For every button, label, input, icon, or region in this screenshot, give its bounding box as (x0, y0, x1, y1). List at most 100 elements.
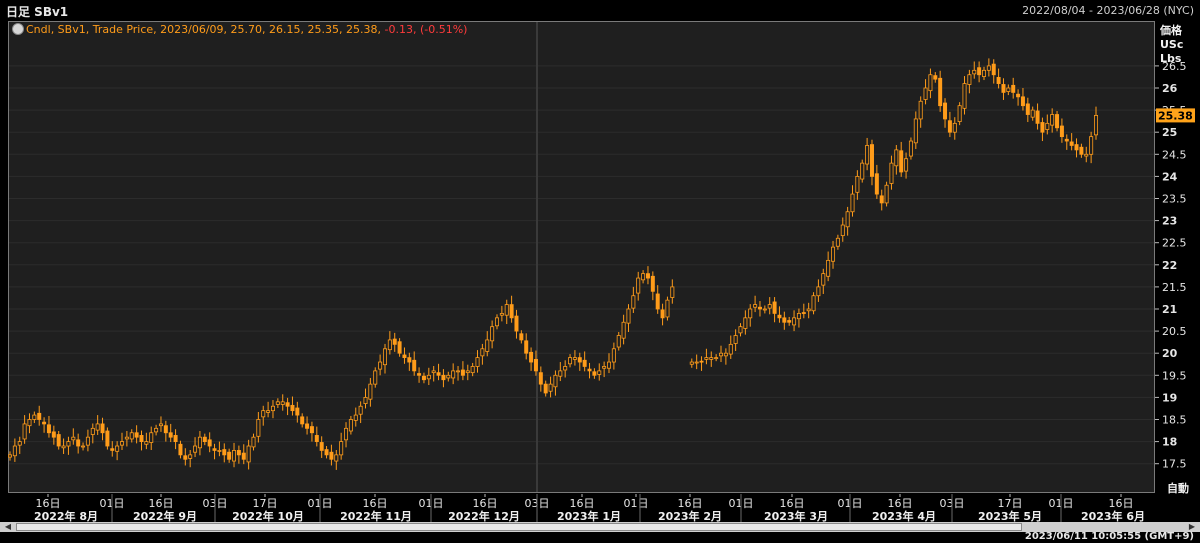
x-month-label: 2023年 1月 (557, 509, 621, 523)
candle (967, 69, 972, 94)
scroll-left-icon[interactable]: ◀ (2, 523, 14, 531)
candle (382, 343, 387, 374)
candle (417, 367, 422, 383)
candle (1059, 118, 1064, 143)
candle (938, 70, 943, 112)
candle (904, 152, 909, 179)
candle (860, 159, 865, 183)
x-month-label: 2023年 6月 (1081, 509, 1145, 523)
candle (1040, 117, 1045, 142)
candle (577, 352, 582, 371)
candle (129, 429, 134, 443)
candle (1016, 89, 1021, 106)
candle (236, 445, 241, 464)
candle (767, 297, 772, 315)
candle (607, 353, 612, 374)
candle (217, 441, 222, 457)
candlestick-chart: 26.52625.52524.52423.52322.52221.52120.5… (7, 22, 1195, 523)
candle (426, 367, 431, 386)
candle (621, 314, 626, 345)
candle (90, 423, 95, 444)
candle (908, 137, 913, 160)
candle (699, 356, 704, 371)
legend-text: Cndl, SBv1, Trade Price, 2023/06/09, 25.… (26, 23, 385, 36)
candle (256, 411, 261, 443)
y-tick-label: 24.5 (1162, 148, 1187, 161)
candle (66, 436, 71, 455)
candle (280, 394, 285, 411)
x-month-label: 2023年 4月 (872, 509, 936, 523)
candle (509, 295, 514, 323)
candle (787, 316, 792, 326)
candle (110, 441, 115, 457)
candle (344, 422, 349, 448)
candle (972, 61, 977, 79)
scroll-thumb[interactable] (16, 523, 1022, 531)
chart-settings-icon[interactable] (12, 23, 24, 35)
y-tick-label: 19 (1162, 391, 1177, 404)
candle (494, 314, 499, 330)
candle (71, 428, 76, 445)
candle (163, 420, 168, 442)
x-month-label: 2023年 5月 (978, 509, 1042, 523)
x-day-label: 17日 (998, 497, 1023, 510)
scroll-right-icon[interactable]: ▶ (1186, 523, 1198, 531)
grid-lines (9, 22, 1154, 492)
auto-scale-button[interactable]: 自動 (1160, 480, 1196, 495)
candle (889, 155, 894, 190)
candle (811, 292, 816, 315)
candle (144, 432, 149, 450)
candle (353, 407, 358, 427)
chart-window: { "header": { "title": "日足 SBv1", "date_… (0, 0, 1200, 543)
candle (719, 345, 724, 363)
candle (188, 449, 193, 468)
x-day-label: 16日 (678, 497, 703, 510)
candle (1055, 110, 1060, 132)
candle (850, 185, 855, 217)
candle (986, 58, 991, 77)
candle (899, 141, 904, 177)
candle (27, 413, 32, 434)
candle (319, 436, 324, 458)
candle (485, 331, 490, 357)
candle (421, 372, 426, 384)
candle (227, 448, 232, 463)
candle (275, 398, 280, 409)
y-unit-label: USc (1160, 38, 1184, 51)
candle (290, 396, 295, 416)
candle (373, 367, 378, 388)
candle (115, 441, 120, 461)
candle (884, 181, 889, 207)
candle (37, 405, 42, 426)
candle (300, 413, 305, 428)
x-month-label: 2022年 9月 (133, 509, 197, 523)
x-day-label: 01日 (624, 497, 649, 510)
candles (7, 58, 1099, 470)
candle (529, 347, 534, 371)
candle (753, 295, 758, 313)
candle (840, 217, 845, 242)
candle (270, 400, 275, 419)
candle (665, 296, 670, 321)
candle (222, 443, 227, 463)
candle (32, 411, 37, 424)
candle (670, 279, 675, 304)
x-day-label: 16日 (888, 497, 913, 510)
candle (981, 66, 986, 81)
candle (943, 98, 948, 128)
candle (81, 442, 86, 451)
y-tick-label: 24 (1162, 170, 1178, 183)
x-month-label: 2022年 11月 (340, 509, 412, 523)
candle (61, 438, 66, 454)
candle (1035, 103, 1040, 130)
candle (105, 427, 110, 450)
candle (845, 206, 850, 236)
candle (120, 432, 125, 450)
x-month-label: 2023年 3月 (764, 509, 828, 523)
candle (869, 139, 874, 186)
candle (490, 320, 495, 349)
candle (524, 333, 529, 360)
candle (616, 331, 621, 351)
candle (154, 424, 159, 436)
candle (407, 352, 412, 371)
